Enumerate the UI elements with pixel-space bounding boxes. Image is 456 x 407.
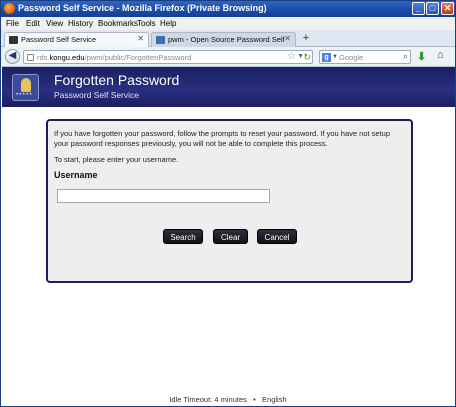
password-logo-icon: ***** xyxy=(12,74,39,101)
site-favicon-icon xyxy=(9,36,18,44)
close-tab-icon[interactable]: ✕ xyxy=(284,34,291,43)
menu-file[interactable]: File xyxy=(6,19,19,28)
tab-password-self-service[interactable]: Password Self Service ✕ xyxy=(4,32,149,47)
search-engine-dropdown-icon[interactable]: ▼ xyxy=(332,54,338,60)
username-input[interactable] xyxy=(57,189,270,203)
google-icon[interactable]: g xyxy=(322,53,331,62)
prompt-text: To start, please enter your username. xyxy=(54,155,179,164)
language-link[interactable]: English xyxy=(262,395,287,404)
menu-history[interactable]: History xyxy=(68,19,93,28)
home-icon[interactable]: ⌂ xyxy=(437,49,444,61)
firefox-icon xyxy=(4,3,15,14)
close-tab-icon[interactable]: ✕ xyxy=(137,34,144,43)
browser-window: Password Self Service - Mozilla Firefox … xyxy=(0,0,456,407)
search-button[interactable]: Search xyxy=(163,229,203,244)
forgotten-password-form: If you have forgotten your password, fol… xyxy=(46,119,413,283)
page-header: ***** Forgotten Password Password Self S… xyxy=(2,67,455,107)
page-title: Forgotten Password xyxy=(54,72,180,88)
back-button[interactable]: ◀ xyxy=(5,49,20,64)
idle-timeout-text: Idle Timeout: 4 minutes xyxy=(169,395,247,404)
clear-button[interactable]: Clear xyxy=(213,229,248,244)
url-bar[interactable]: rds.kongu.edu/pwm/public/ForgottenPasswo… xyxy=(23,50,313,64)
footer-separator: • xyxy=(253,395,256,404)
page-subtitle: Password Self Service xyxy=(54,90,140,100)
window-titlebar: Password Self Service - Mozilla Firefox … xyxy=(1,1,455,17)
minimize-button[interactable]: _ xyxy=(412,2,425,15)
tab-pwm-open-source[interactable]: pwm - Open Source Password Self Servic..… xyxy=(151,32,296,47)
page-footer: Idle Timeout: 4 minutes • English xyxy=(1,395,455,404)
search-bar[interactable]: g ▼ Google ⌕ xyxy=(319,50,411,64)
tab-label: pwm - Open Source Password Self Servic..… xyxy=(168,35,286,44)
menu-bar: File Edit View History Bookmarks Tools H… xyxy=(1,17,455,30)
navigation-bar: ◀ rds.kongu.edu/pwm/public/ForgottenPass… xyxy=(1,47,455,67)
window-title: Password Self Service - Mozilla Firefox … xyxy=(18,3,267,13)
search-placeholder: Google xyxy=(339,53,364,62)
tab-label: Password Self Service xyxy=(21,35,97,44)
bookmark-star-icon[interactable]: ☆ xyxy=(287,51,296,62)
intro-text: If you have forgotten your password, fol… xyxy=(54,129,391,148)
menu-tools[interactable]: Tools xyxy=(137,19,156,28)
search-icon[interactable]: ⌕ xyxy=(403,51,408,62)
new-tab-button[interactable]: + xyxy=(299,32,313,46)
cancel-button[interactable]: Cancel xyxy=(257,229,297,244)
maximize-button[interactable]: □ xyxy=(426,2,439,15)
page-icon xyxy=(27,54,34,61)
download-icon[interactable]: ⬇ xyxy=(417,50,426,63)
username-label: Username xyxy=(54,170,98,180)
menu-bookmarks[interactable]: Bookmarks xyxy=(98,19,138,28)
reload-icon[interactable]: ↻ xyxy=(303,52,311,63)
tab-bar: Password Self Service ✕ pwm - Open Sourc… xyxy=(1,30,455,47)
url-text: rds.kongu.edu/pwm/public/ForgottenPasswo… xyxy=(37,53,192,62)
close-window-button[interactable]: ✕ xyxy=(441,2,454,15)
menu-help[interactable]: Help xyxy=(160,19,176,28)
menu-edit[interactable]: Edit xyxy=(26,19,40,28)
pwm-favicon-icon xyxy=(156,36,165,44)
menu-view[interactable]: View xyxy=(46,19,63,28)
